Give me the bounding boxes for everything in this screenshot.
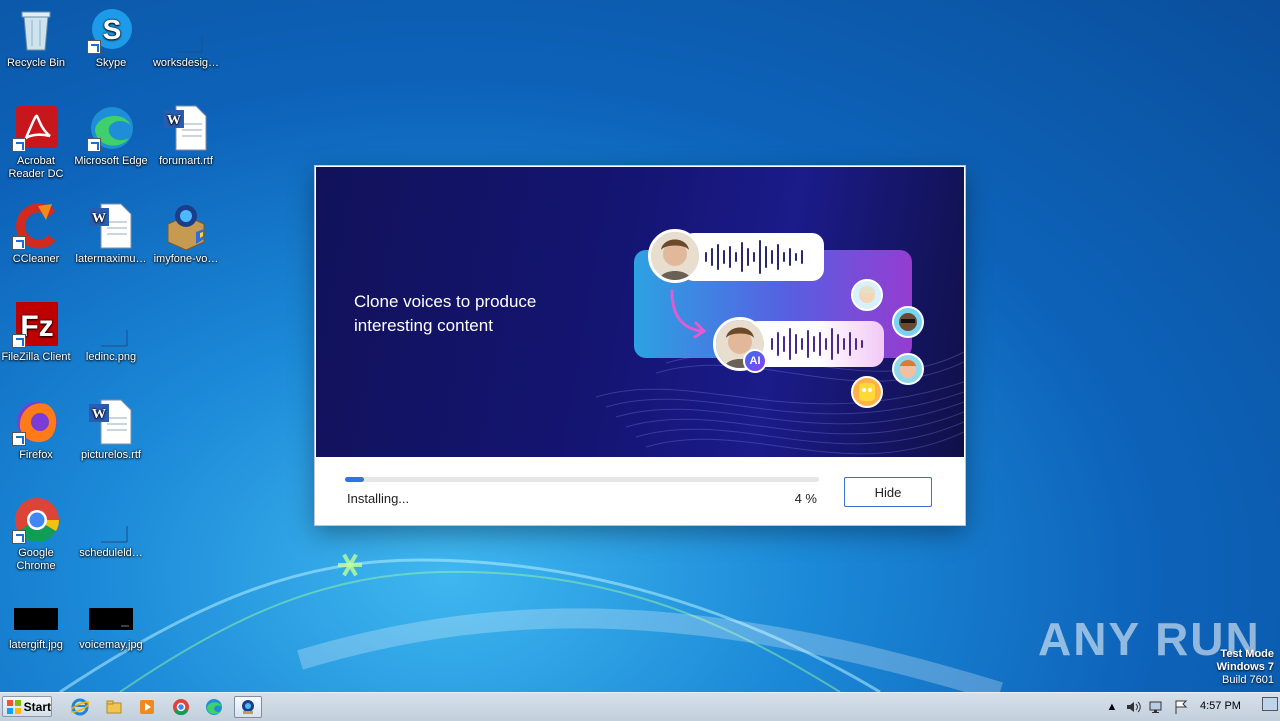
desktop-icon-label: latermaximu… bbox=[75, 253, 147, 265]
taskbar-edge[interactable] bbox=[200, 696, 228, 718]
progress-percent: 4 % bbox=[794, 491, 817, 506]
avatar-mini-3 bbox=[892, 353, 924, 385]
voice-bubble-original bbox=[682, 233, 824, 281]
desktop-icon-ccleaner[interactable]: CCleaner bbox=[0, 202, 74, 266]
taskbar-media-player[interactable] bbox=[133, 696, 161, 718]
filezilla-icon: Fz bbox=[12, 300, 60, 348]
desktop-icon-label: Skype bbox=[95, 57, 127, 69]
show-hidden-icons-icon[interactable]: ▲ bbox=[1104, 701, 1120, 713]
svg-text:W: W bbox=[167, 113, 181, 128]
desktop-icon-label: CCleaner bbox=[12, 253, 60, 265]
explorer-icon bbox=[106, 700, 122, 714]
desktop-icon-label: Firefox bbox=[19, 449, 53, 461]
desktop-icon-chrome[interactable]: Google Chrome bbox=[0, 496, 74, 573]
edge-icon bbox=[87, 104, 135, 152]
hide-button[interactable]: Hide bbox=[844, 477, 932, 507]
action-center-flag-icon[interactable] bbox=[1172, 699, 1192, 715]
firefox-icon bbox=[12, 398, 60, 446]
progress-fill bbox=[345, 477, 364, 482]
desktop-icon-label: Recycle Bin bbox=[6, 57, 66, 69]
show-desktop-button[interactable] bbox=[1262, 697, 1278, 711]
word-doc-icon: W bbox=[87, 398, 135, 446]
avatar-mini-4 bbox=[851, 376, 883, 408]
clock[interactable]: 4:57 PM bbox=[1200, 700, 1241, 712]
windows-logo-icon bbox=[7, 699, 21, 714]
desktop-icon-label: worksdesig… bbox=[152, 57, 220, 69]
volume-icon[interactable] bbox=[1124, 699, 1144, 715]
svg-text:S: S bbox=[103, 14, 122, 45]
desktop-icon-scheduleld[interactable]: scheduleld… bbox=[73, 496, 149, 560]
ai-badge: AI bbox=[743, 349, 767, 373]
blank-file-icon bbox=[87, 496, 135, 544]
desktop-icon-recycle-bin[interactable]: Recycle Bin bbox=[0, 6, 74, 70]
taskbar-explorer[interactable] bbox=[100, 696, 128, 718]
installer-icon bbox=[242, 700, 254, 714]
desktop-icon-skype[interactable]: S Skype bbox=[73, 6, 149, 70]
progress-bar bbox=[345, 477, 819, 482]
test-mode-line: Test Mode bbox=[1220, 648, 1274, 660]
avatar-original bbox=[648, 229, 702, 283]
desktop-icon-forumart[interactable]: W forumart.rtf bbox=[148, 104, 224, 168]
taskbar-chrome[interactable] bbox=[167, 696, 195, 718]
desktop-icon-label: Microsoft Edge bbox=[74, 155, 148, 167]
desktop-icon-label: FileZilla Client bbox=[1, 351, 71, 363]
blank-file-icon bbox=[87, 300, 135, 348]
edge-icon bbox=[206, 699, 222, 715]
test-mode-line: Build 7601 bbox=[1222, 674, 1274, 686]
desktop-icon-label: forumart.rtf bbox=[159, 155, 213, 167]
desktop-icon-label: scheduleld… bbox=[79, 547, 143, 559]
desktop-icon-label: latergift.jpg bbox=[9, 639, 63, 651]
waveform-icon bbox=[705, 240, 803, 274]
test-mode-notice: Test Mode Windows 7 Build 7601 bbox=[1217, 648, 1274, 687]
desktop-icon-firefox[interactable]: Firefox bbox=[0, 398, 74, 462]
install-status: Installing... bbox=[347, 491, 410, 506]
start-button[interactable]: Start bbox=[2, 696, 52, 717]
ie-icon bbox=[71, 698, 89, 716]
desktop-icon-edge[interactable]: Microsoft Edge bbox=[73, 104, 149, 168]
word-doc-icon: W bbox=[162, 104, 210, 152]
banner-title: Clone voices to produce interesting cont… bbox=[354, 292, 537, 335]
ccleaner-icon bbox=[12, 202, 60, 250]
chrome-icon bbox=[173, 699, 189, 716]
acrobat-icon bbox=[12, 104, 60, 152]
desktop-icon-label: ledinc.png bbox=[85, 351, 137, 363]
recycle-bin-icon bbox=[12, 6, 60, 54]
svg-text:W: W bbox=[92, 211, 106, 226]
desktop-icon-label: Acrobat Reader DC bbox=[8, 155, 64, 180]
promo-banner: Clone voices to produce interesting cont… bbox=[316, 167, 964, 457]
desktop-icon-ledinc[interactable]: ledinc.png bbox=[73, 300, 149, 364]
progress-section: Installing... 4 % Hide bbox=[315, 457, 965, 525]
test-mode-line: Windows 7 bbox=[1216, 661, 1274, 673]
media-player-icon bbox=[140, 700, 154, 714]
taskbar-installer[interactable] bbox=[234, 696, 262, 718]
black-image-icon bbox=[87, 604, 135, 636]
desktop-icon-picturelos[interactable]: W picturelos.rtf bbox=[73, 398, 149, 462]
desktop-icon-label: picturelos.rtf bbox=[81, 449, 141, 461]
avatar-mini-1 bbox=[851, 279, 883, 311]
desktop-icon-worksdesign[interactable]: worksdesig… bbox=[148, 6, 224, 70]
black-image-icon bbox=[12, 604, 60, 636]
chrome-icon bbox=[12, 496, 60, 544]
taskbar: Start ▲ 4:57 PM bbox=[0, 692, 1280, 721]
desktop-icon-label: imyfone-vo… bbox=[153, 253, 219, 265]
desktop-icon-imyfone[interactable]: imyfone-vo… bbox=[148, 202, 224, 266]
skype-icon: S bbox=[87, 6, 135, 54]
desktop-icon-label: voicemay.jpg bbox=[79, 639, 143, 651]
installer-window: Clone voices to produce interesting cont… bbox=[315, 166, 965, 525]
desktop-icon-filezilla[interactable]: Fz FileZilla Client bbox=[0, 300, 74, 364]
start-label: Start bbox=[23, 699, 51, 714]
svg-text:W: W bbox=[92, 407, 106, 422]
word-doc-icon: W bbox=[87, 202, 135, 250]
desktop-icon-acrobat[interactable]: Acrobat Reader DC bbox=[0, 104, 74, 181]
desktop-icon-label: Google Chrome bbox=[16, 547, 56, 572]
blank-file-icon bbox=[162, 6, 210, 54]
taskbar-ie[interactable] bbox=[66, 696, 94, 718]
network-icon[interactable] bbox=[1148, 699, 1168, 715]
avatar-mini-2 bbox=[892, 306, 924, 338]
installer-icon bbox=[162, 202, 210, 251]
system-tray: ▲ bbox=[1104, 693, 1192, 721]
desktop-icon-latergift[interactable]: latergift.jpg bbox=[0, 604, 74, 652]
desktop-icon-latermaximum[interactable]: W latermaximu… bbox=[73, 202, 149, 266]
desktop-icon-voicemay[interactable]: voicemay.jpg bbox=[73, 604, 149, 652]
